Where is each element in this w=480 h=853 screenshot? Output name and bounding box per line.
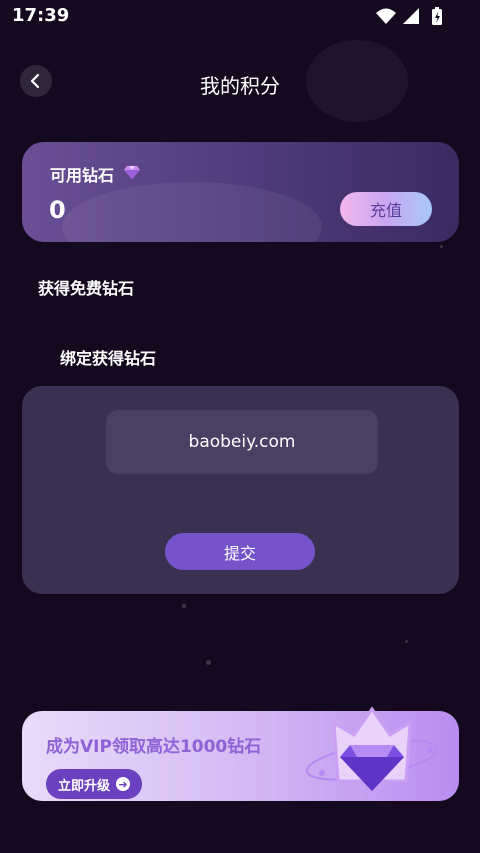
bind-card: 提交 xyxy=(22,386,459,594)
status-time: 17:39 xyxy=(12,5,70,26)
background-star xyxy=(440,245,443,248)
page-title: 我的积分 xyxy=(200,74,280,98)
upgrade-button[interactable]: 立即升级 ➜ xyxy=(46,769,142,799)
balance-label: 可用钻石 xyxy=(50,166,115,185)
background-star xyxy=(405,640,408,643)
background-star xyxy=(206,660,211,665)
vip-promo-text: 成为VIP领取高达1000钻石 xyxy=(46,737,262,757)
bind-code-input[interactable] xyxy=(106,410,378,474)
signal-icon xyxy=(403,8,419,24)
recharge-button[interactable]: 充值 xyxy=(340,192,432,226)
arrow-right-icon: ➜ xyxy=(116,777,130,791)
vip-banner[interactable]: 成为VIP领取高达1000钻石 立即升级 ➜ xyxy=(22,706,459,801)
bind-diamonds-title: 绑定获得钻石 xyxy=(60,349,157,368)
card-decoration xyxy=(62,182,322,242)
balance-value: 0 xyxy=(49,196,66,224)
status-icons xyxy=(376,7,442,25)
upgrade-button-label: 立即升级 xyxy=(57,778,110,794)
diamond-crown-icon xyxy=(305,706,439,791)
diamond-icon xyxy=(124,166,140,179)
status-bar: 17:39 xyxy=(0,0,480,32)
background-star xyxy=(182,604,186,608)
balance-card: 可用钻石 0 充值 xyxy=(22,142,459,242)
battery-icon xyxy=(432,7,442,25)
free-diamonds-title: 获得免费钻石 xyxy=(38,279,135,298)
submit-button[interactable]: 提交 xyxy=(165,533,315,570)
wifi-icon xyxy=(376,8,396,24)
